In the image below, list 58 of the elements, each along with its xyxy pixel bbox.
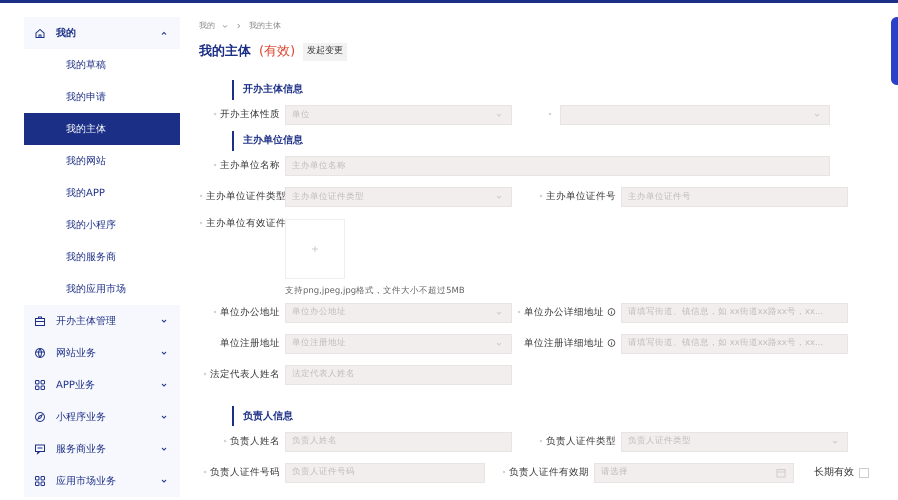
sidebar-group-label: 开办主体管理 — [56, 314, 117, 328]
field-label: 单位办公详细地址 — [524, 306, 604, 318]
separator-icon — [235, 22, 243, 30]
sidebar-group[interactable]: 开办主体管理 — [24, 305, 180, 337]
upload-box[interactable] — [285, 218, 345, 278]
field-label: 负责人姓名 — [230, 436, 280, 447]
sidebar-group[interactable]: 小程序业务 — [24, 401, 180, 433]
field-label: 主办单位证件类型 — [206, 190, 286, 202]
sidebar-item[interactable]: 我的服务商 — [24, 241, 180, 273]
field-label: 负责人证件类型 — [546, 436, 616, 447]
page-title: 我的主体 — [199, 42, 251, 61]
field-label: 单位注册地址 — [220, 338, 280, 349]
sidebar-group-label: 服务商业务 — [56, 442, 107, 456]
upload-hint: 支持png,jpeg,jpg格式，文件大小不超过5MB — [285, 284, 465, 298]
sidebar-group[interactable]: 网站业务 — [24, 337, 180, 369]
sidebar-group[interactable]: 我的 — [24, 17, 180, 49]
sidebar-group[interactable]: APP业务 — [24, 369, 180, 401]
sidebar-group-label: APP业务 — [56, 378, 96, 392]
sidebar-group-label: 应用市场业务 — [56, 474, 117, 488]
sidebar-item[interactable]: 我的草稿 — [24, 49, 180, 81]
chat-icon — [34, 443, 46, 455]
grid-icon — [34, 379, 46, 391]
field-label: 负责人证件有效期 — [509, 466, 589, 478]
field-label: 单位注册详细地址 — [524, 338, 604, 349]
change-button[interactable]: 发起变更 — [303, 43, 348, 60]
sidebar-item[interactable]: 我的应用市场 — [24, 273, 180, 305]
briefcase-icon — [34, 315, 46, 327]
calendar-icon — [775, 466, 787, 479]
breadcrumb-link[interactable]: 我的 — [199, 20, 215, 32]
status-text: (有效) — [259, 43, 296, 61]
checkbox-label: 长期有效 — [814, 466, 854, 480]
field-label: 负责人证件号码 — [210, 466, 280, 478]
sidebar-group-label: 我的 — [56, 26, 77, 40]
field-label: 主办单位名称 — [220, 160, 280, 171]
section-title: 负责人信息 — [232, 406, 898, 426]
sidebar-item[interactable]: 我的网站 — [24, 145, 180, 177]
sidebar-group[interactable]: 服务商业务 — [24, 433, 180, 465]
sidebar-item[interactable]: 我的主体 — [24, 113, 180, 145]
sidebar-item[interactable]: 我的申请 — [24, 81, 180, 113]
field-label: 开办主体性质 — [220, 108, 280, 120]
sidebar-item[interactable]: 我的APP — [24, 177, 180, 209]
checkbox[interactable] — [859, 468, 869, 478]
field-label: 单位办公地址 — [220, 306, 280, 318]
sidebar-group-label: 网站业务 — [56, 346, 97, 360]
grid-icon — [34, 475, 46, 487]
select-field[interactable] — [560, 105, 830, 125]
field-label: 主办单位证件号 — [546, 190, 616, 202]
compass-icon — [34, 411, 46, 423]
breadcrumb-link[interactable]: 我的主体 — [249, 20, 281, 32]
sidebar-group-label: 小程序业务 — [56, 410, 107, 424]
field-label: 主办单位有效证件 — [206, 218, 286, 228]
sidebar-item[interactable]: 我的小程序 — [24, 209, 180, 241]
globe-icon — [34, 347, 46, 359]
section-title: 主办单位信息 — [232, 130, 898, 150]
field-label: 法定代表人姓名 — [210, 368, 280, 380]
side-tab[interactable] — [891, 17, 898, 85]
sidebar-group[interactable]: 应用市场业务 — [24, 465, 180, 497]
home-icon — [34, 27, 46, 39]
